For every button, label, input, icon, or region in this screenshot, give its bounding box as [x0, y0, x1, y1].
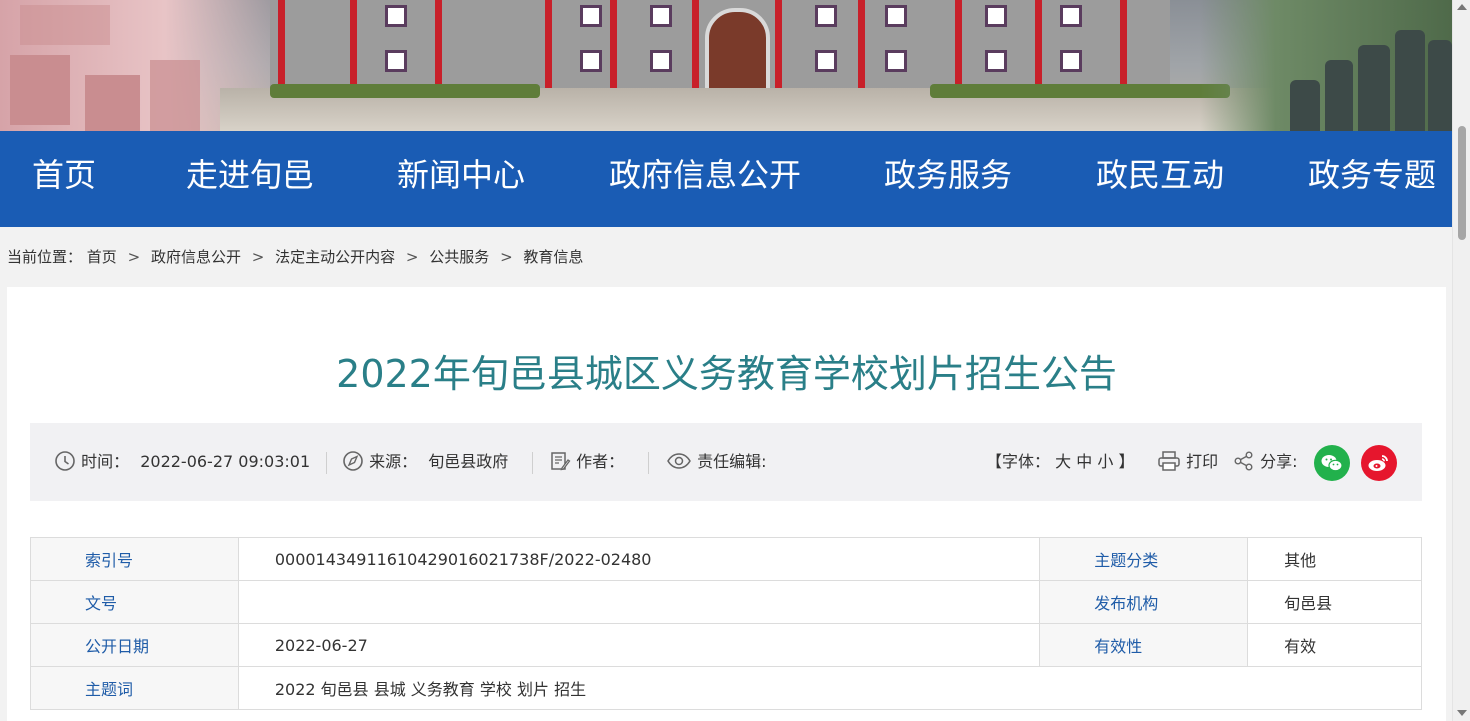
- main-nav: 首页 走进旬邑 新闻中心 政府信息公开 政务服务 政民互动 政务专题: [0, 131, 1452, 227]
- weibo-icon: [1367, 454, 1391, 473]
- breadcrumb-statutory[interactable]: 法定主动公开内容: [275, 248, 395, 266]
- publisher-label: 发布机构: [1039, 580, 1249, 624]
- date-value: 2022-06-27: [237, 623, 1041, 667]
- index-value: 000014349116104290160217‌38F/2022-02480: [237, 537, 1041, 581]
- compass-icon: [342, 451, 369, 471]
- keywords-label: 主题词: [30, 666, 239, 710]
- breadcrumb-prefix: 当前位置：: [7, 248, 83, 266]
- meta-editor: 责任编辑:: [666, 423, 767, 501]
- index-label: 索引号: [30, 537, 239, 581]
- edit-icon: [549, 452, 576, 471]
- meta-author: 作者：: [549, 423, 624, 501]
- clock-icon: [54, 451, 81, 471]
- breadcrumb-separator: >: [251, 248, 265, 266]
- font-large-button[interactable]: 大: [1055, 452, 1071, 471]
- article-title: 2022年旬邑县城区义务教育学校划片招生公告: [336, 352, 1117, 396]
- header-banner: [0, 0, 1452, 131]
- breadcrumb-gov-info[interactable]: 政府信息公开: [151, 248, 241, 266]
- meta-source: 来源： 旬邑县政府: [342, 423, 508, 501]
- nav-item-gov-info[interactable]: 政府信息公开: [609, 131, 801, 227]
- print-button[interactable]: 打印: [1157, 423, 1218, 501]
- table-row: 索引号 000014349116104290160217‌38F/2022-02…: [30, 537, 1422, 581]
- editor-label: 责任编辑:: [697, 452, 767, 471]
- publisher-value: 旬邑县: [1247, 580, 1422, 624]
- validity-value: 有效: [1247, 623, 1422, 667]
- docno-label: 文号: [30, 580, 239, 624]
- breadcrumb-education[interactable]: 教育信息: [523, 248, 583, 266]
- table-row: 公开日期 2022-06-27 有效性 有效: [30, 623, 1422, 667]
- share-icon: [1233, 451, 1260, 471]
- category-label: 主题分类: [1039, 537, 1249, 581]
- printer-icon: [1157, 451, 1186, 471]
- nav-item-news[interactable]: 新闻中心: [397, 131, 525, 227]
- nav-item-home[interactable]: 首页: [32, 131, 96, 227]
- font-open: 【字体：: [986, 452, 1051, 471]
- nav-item-topics[interactable]: 政务专题: [1308, 131, 1436, 227]
- breadcrumb-separator: >: [500, 248, 513, 266]
- article-container: 2022年旬邑县城区义务教育学校划片招生公告 时间： 2022-06-27 09…: [7, 287, 1446, 721]
- nav-item-interaction[interactable]: 政民互动: [1096, 131, 1224, 227]
- nav-item-about[interactable]: 走进旬邑: [186, 131, 314, 227]
- weibo-share-button[interactable]: [1361, 445, 1397, 481]
- wechat-share-button[interactable]: [1314, 445, 1350, 481]
- font-close: 】: [1118, 452, 1135, 471]
- breadcrumb-separator: >: [127, 248, 141, 266]
- scrollbar-thumb[interactable]: [1458, 126, 1466, 240]
- eye-icon: [666, 452, 697, 471]
- date-label: 公开日期: [30, 623, 239, 667]
- page-scrollbar[interactable]: [1452, 0, 1470, 721]
- keywords-value: 2022 旬邑县 县城 义务教育 学校 划片 招生: [237, 666, 1423, 710]
- scroll-up-icon[interactable]: [1457, 4, 1467, 10]
- font-small-button[interactable]: 小: [1097, 452, 1113, 471]
- wechat-icon: [1320, 454, 1344, 473]
- share-label: 分享:: [1260, 452, 1298, 471]
- breadcrumb-public-service[interactable]: 公共服务: [429, 248, 489, 266]
- nav-item-services[interactable]: 政务服务: [884, 131, 1012, 227]
- document-info-table: 索引号 000014349116104290160217‌38F/2022-02…: [30, 537, 1423, 710]
- font-medium-button[interactable]: 中: [1076, 452, 1092, 471]
- author-label: 作者：: [576, 452, 625, 471]
- article-meta-bar: 时间： 2022-06-27 09:03:01 来源： 旬邑县政府 作者： 责任…: [30, 423, 1422, 501]
- font-size-controls: 【字体： 大 中 小 】: [986, 423, 1134, 501]
- validity-label: 有效性: [1039, 623, 1249, 667]
- meta-time: 时间： 2022-06-27 09:03:01: [54, 423, 310, 501]
- share-section: 分享:: [1233, 423, 1298, 501]
- breadcrumb: 当前位置： 首页 > 政府信息公开 > 法定主动公开内容 > 公共服务 > 教育…: [7, 246, 583, 267]
- scroll-down-icon[interactable]: [1457, 710, 1467, 716]
- breadcrumb-separator: >: [405, 248, 419, 266]
- print-label: 打印: [1186, 452, 1219, 471]
- source-value: 旬邑县政府: [428, 452, 509, 471]
- docno-value: [237, 580, 1041, 624]
- table-row: 主题词 2022 旬邑县 县城 义务教育 学校 划片 招生: [30, 666, 1423, 710]
- breadcrumb-home[interactable]: 首页: [87, 248, 117, 266]
- banner-door: [705, 8, 770, 92]
- time-label: 时间：: [81, 452, 130, 471]
- time-value: 2022-06-27 09:03:01: [140, 452, 311, 471]
- category-value: 其他: [1247, 537, 1422, 581]
- source-label: 来源：: [369, 452, 418, 471]
- table-row: 文号 发布机构 旬邑县: [30, 580, 1422, 624]
